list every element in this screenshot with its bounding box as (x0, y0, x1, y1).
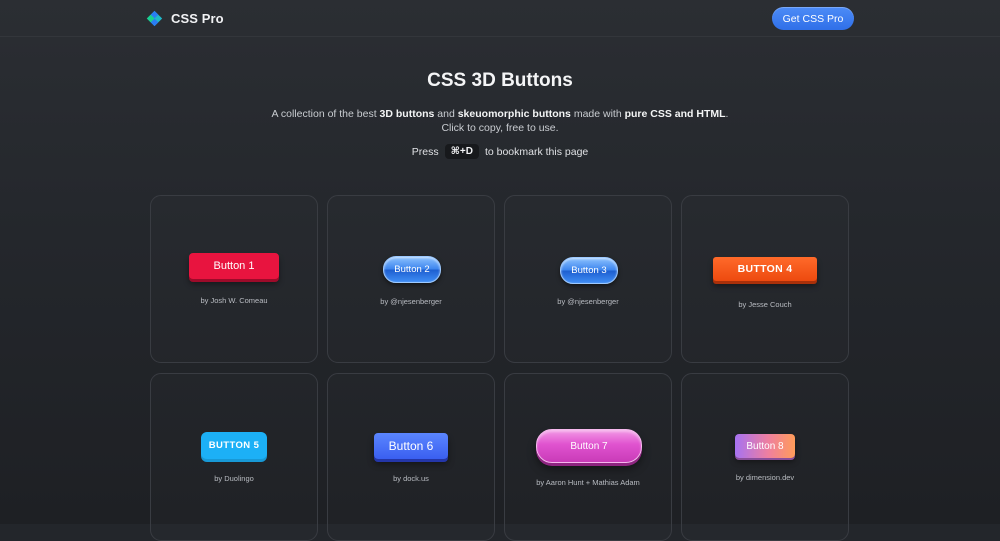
button-card[interactable]: Button 2 by @njesenberger (327, 195, 495, 363)
bookmark-shortcut-key: ⌘+D (444, 144, 479, 159)
button-card[interactable]: BUTTON 5 by Duolingo (150, 373, 318, 541)
bookmark-hint: Press ⌘+D to bookmark this page (0, 144, 1000, 159)
bookmark-suffix: to bookmark this page (484, 145, 589, 158)
page-title: CSS 3D Buttons (427, 70, 573, 91)
demo-button-7[interactable]: Button 7 (536, 429, 642, 463)
card-credit: by Duolingo (214, 474, 254, 483)
description-bold-3d-buttons: 3D buttons (379, 108, 435, 120)
card-credit: by dock.us (393, 474, 429, 483)
demo-button-8[interactable]: Button 8 (735, 434, 795, 458)
card-credit: by dimension.dev (735, 473, 795, 482)
button-card[interactable]: Button 1 by Josh W. Comeau (150, 195, 318, 363)
top-navigation-bar: CSS Pro Get CSS Pro (0, 0, 1000, 37)
page-description: A collection of the best 3D buttons and … (0, 107, 1000, 135)
button-card[interactable]: Button 7 by Aaron Hunt + Mathias Adam (504, 373, 672, 541)
get-css-pro-button[interactable]: Get CSS Pro (772, 7, 854, 30)
button-card[interactable]: BUTTON 4 by Jesse Couch (681, 195, 849, 363)
description-line-2: Click to copy, free to use. (441, 122, 559, 134)
demo-button-2[interactable]: Button 2 (383, 256, 441, 283)
card-credit: by Aaron Hunt + Mathias Adam (536, 478, 640, 487)
brand[interactable]: CSS Pro (146, 9, 224, 27)
description-text: . (725, 108, 729, 120)
bookmark-prefix: Press (411, 145, 439, 158)
card-credit: by @njesenberger (557, 297, 619, 306)
demo-button-1[interactable]: Button 1 (189, 253, 279, 279)
card-credit: by Jesse Couch (738, 300, 792, 309)
description-text: and (434, 108, 458, 120)
description-bold-skeuomorphic: skeuomorphic buttons (457, 108, 571, 120)
css-pro-logo-icon (146, 10, 163, 26)
button-card[interactable]: Button 3 by @njesenberger (504, 195, 672, 363)
card-credit: by @njesenberger (380, 297, 442, 306)
description-text: made with (570, 108, 625, 120)
demo-button-4[interactable]: BUTTON 4 (713, 257, 817, 281)
demo-button-3[interactable]: Button 3 (560, 257, 618, 284)
demo-button-6[interactable]: Button 6 (374, 433, 448, 459)
card-credit: by Josh W. Comeau (200, 296, 268, 305)
description-text: A collection of the best (271, 108, 380, 120)
button-card[interactable]: Button 6 by dock.us (327, 373, 495, 541)
description-bold-pure-css: pure CSS and HTML (624, 108, 726, 120)
button-card[interactable]: Button 8 by dimension.dev (681, 373, 849, 541)
brand-name: CSS Pro (171, 10, 224, 26)
demo-button-5[interactable]: BUTTON 5 (201, 432, 267, 459)
